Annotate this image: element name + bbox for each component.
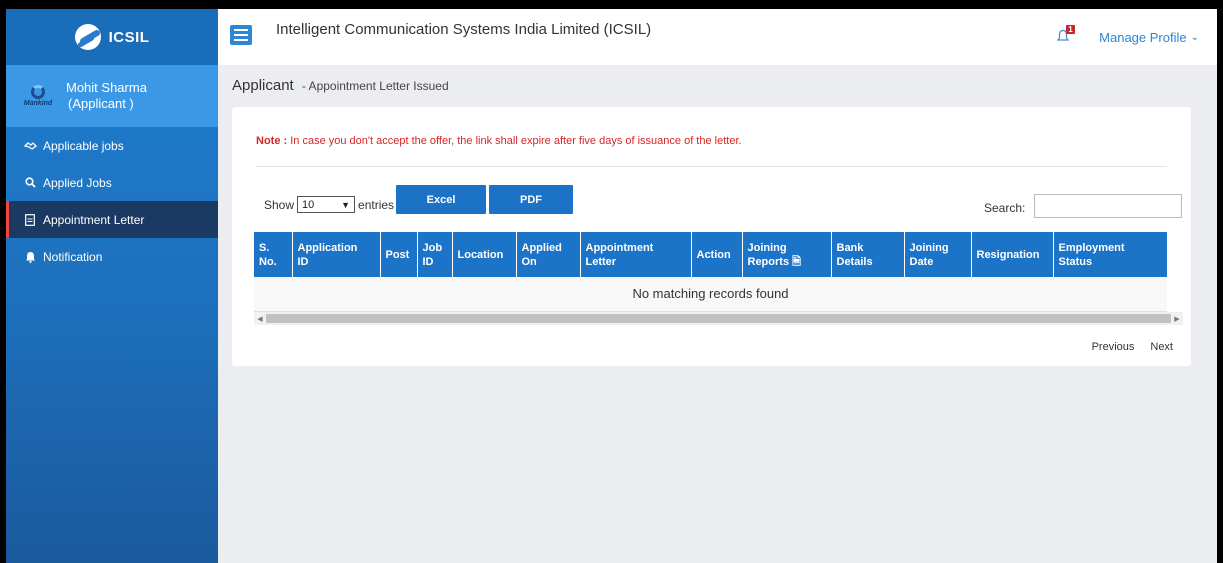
sidebar-item-notification[interactable]: Notification (6, 238, 218, 275)
document-icon (23, 213, 37, 226)
company-logo: Mankind (20, 78, 56, 114)
chevron-down-icon: ▼ (341, 199, 351, 210)
brand-name: ICSIL (108, 28, 150, 46)
note-text: In case you don't accept the offer, the … (290, 135, 742, 147)
column-header-appointment-letter[interactable]: Appointment Letter (580, 232, 692, 277)
previous-page-button[interactable]: Previous (1092, 341, 1135, 353)
note-label: Note : (256, 135, 288, 147)
empty-table-message: No matching records found (254, 277, 1167, 312)
main-content: Applicant - Appointment Letter Issued No… (218, 65, 1217, 563)
sidebar-item-label: Applicable jobs (43, 138, 124, 153)
document-icon: 🗎 (792, 255, 801, 268)
table-header-row: S. No. Application ID Post Job ID Location … (254, 232, 1167, 277)
column-header-location[interactable]: Location (452, 232, 517, 277)
scrollbar-thumb[interactable] (266, 314, 1171, 323)
column-header-joining-date[interactable]: Joining Date (904, 232, 972, 277)
entries-label: entries (358, 197, 395, 212)
notification-count-badge: 1 (1066, 25, 1075, 34)
user-role: (Applicant ) (68, 96, 134, 111)
scroll-left-icon[interactable]: ◀ (254, 315, 266, 323)
table-row: No matching records found (254, 277, 1167, 312)
user-name: Mohit Sharma (66, 80, 147, 95)
pagination: Previous Next (1092, 341, 1173, 353)
column-header-post[interactable]: Post (380, 232, 418, 277)
page-title: Applicant - Appointment Letter Issued (232, 77, 449, 94)
search-label: Search: (984, 201, 1026, 215)
bell-icon (23, 251, 37, 263)
handshake-icon (23, 141, 37, 151)
show-label: Show (264, 197, 295, 212)
manage-profile-dropdown[interactable]: Manage Profile ⌄ (1099, 30, 1199, 45)
note-message: Note : In case you don't accept the offe… (256, 135, 742, 147)
sidebar-item-applicable-jobs[interactable]: Applicable jobs (6, 127, 218, 164)
entries-select-value: 10 (302, 198, 315, 211)
column-header-action[interactable]: Action (691, 232, 743, 277)
search-icon (23, 177, 37, 188)
top-header: Intelligent Communication Systems India … (218, 9, 1217, 65)
column-header-bank-details[interactable]: Bank Details (831, 232, 905, 277)
sidebar-item-label: Appointment Letter (43, 212, 145, 227)
sidebar-item-applied-jobs[interactable]: Applied Jobs (6, 164, 218, 201)
entries-length-control: Show 10 ▼ entries (264, 196, 394, 213)
column-header-joining-reports[interactable]: Joining Reports 🗎 (742, 232, 832, 277)
scroll-right-icon[interactable]: ▶ (1171, 315, 1183, 323)
user-profile: Mankind Mohit Sharma (Applicant ) (6, 65, 218, 127)
page-title-text: Applicant (232, 77, 294, 94)
sidebar-item-label: Applied Jobs (43, 175, 112, 190)
column-header-sno[interactable]: S. No. (254, 232, 293, 277)
sidebar-item-appointment-letter[interactable]: Appointment Letter (6, 201, 218, 238)
appointment-letter-table: S. No. Application ID Post Job ID Location … (254, 232, 1167, 312)
search-input[interactable] (1034, 194, 1182, 218)
brand[interactable]: ICSIL (6, 9, 218, 65)
column-header-resignation[interactable]: Resignation (971, 232, 1054, 277)
app-frame: ICSIL Mankind Mohit Sharma (Applicant ) … (6, 9, 1217, 563)
organization-title: Intelligent Communication Systems India … (276, 21, 652, 38)
page-subtitle: - Appointment Letter Issued (301, 79, 449, 93)
divider (256, 166, 1167, 167)
sidebar-menu: Applicable jobs Applied Jobs Appointment… (6, 127, 218, 275)
excel-export-button[interactable]: Excel (396, 185, 486, 214)
column-header-application-id[interactable]: Application ID (292, 232, 381, 277)
appointment-letter-card: Note : In case you don't accept the offe… (232, 107, 1191, 366)
menu-toggle-icon[interactable] (230, 25, 252, 45)
manage-profile-label: Manage Profile (1099, 30, 1187, 45)
column-header-applied-on[interactable]: Applied On (516, 232, 581, 277)
column-header-employment-status[interactable]: Employment Status (1053, 232, 1167, 277)
chevron-down-icon: ⌄ (1190, 32, 1199, 43)
icsil-logo-icon (74, 24, 101, 50)
sidebar-item-label: Notification (43, 249, 103, 264)
next-page-button[interactable]: Next (1150, 341, 1173, 353)
notification-bell[interactable]: 1 (1056, 25, 1075, 45)
entries-select[interactable]: 10 ▼ (297, 196, 356, 213)
pdf-export-button[interactable]: PDF (489, 185, 573, 214)
column-header-job-id[interactable]: Job ID (417, 232, 453, 277)
horizontal-scrollbar[interactable]: ◀ ▶ (254, 312, 1183, 325)
sidebar: ICSIL Mankind Mohit Sharma (Applicant ) … (6, 9, 218, 563)
